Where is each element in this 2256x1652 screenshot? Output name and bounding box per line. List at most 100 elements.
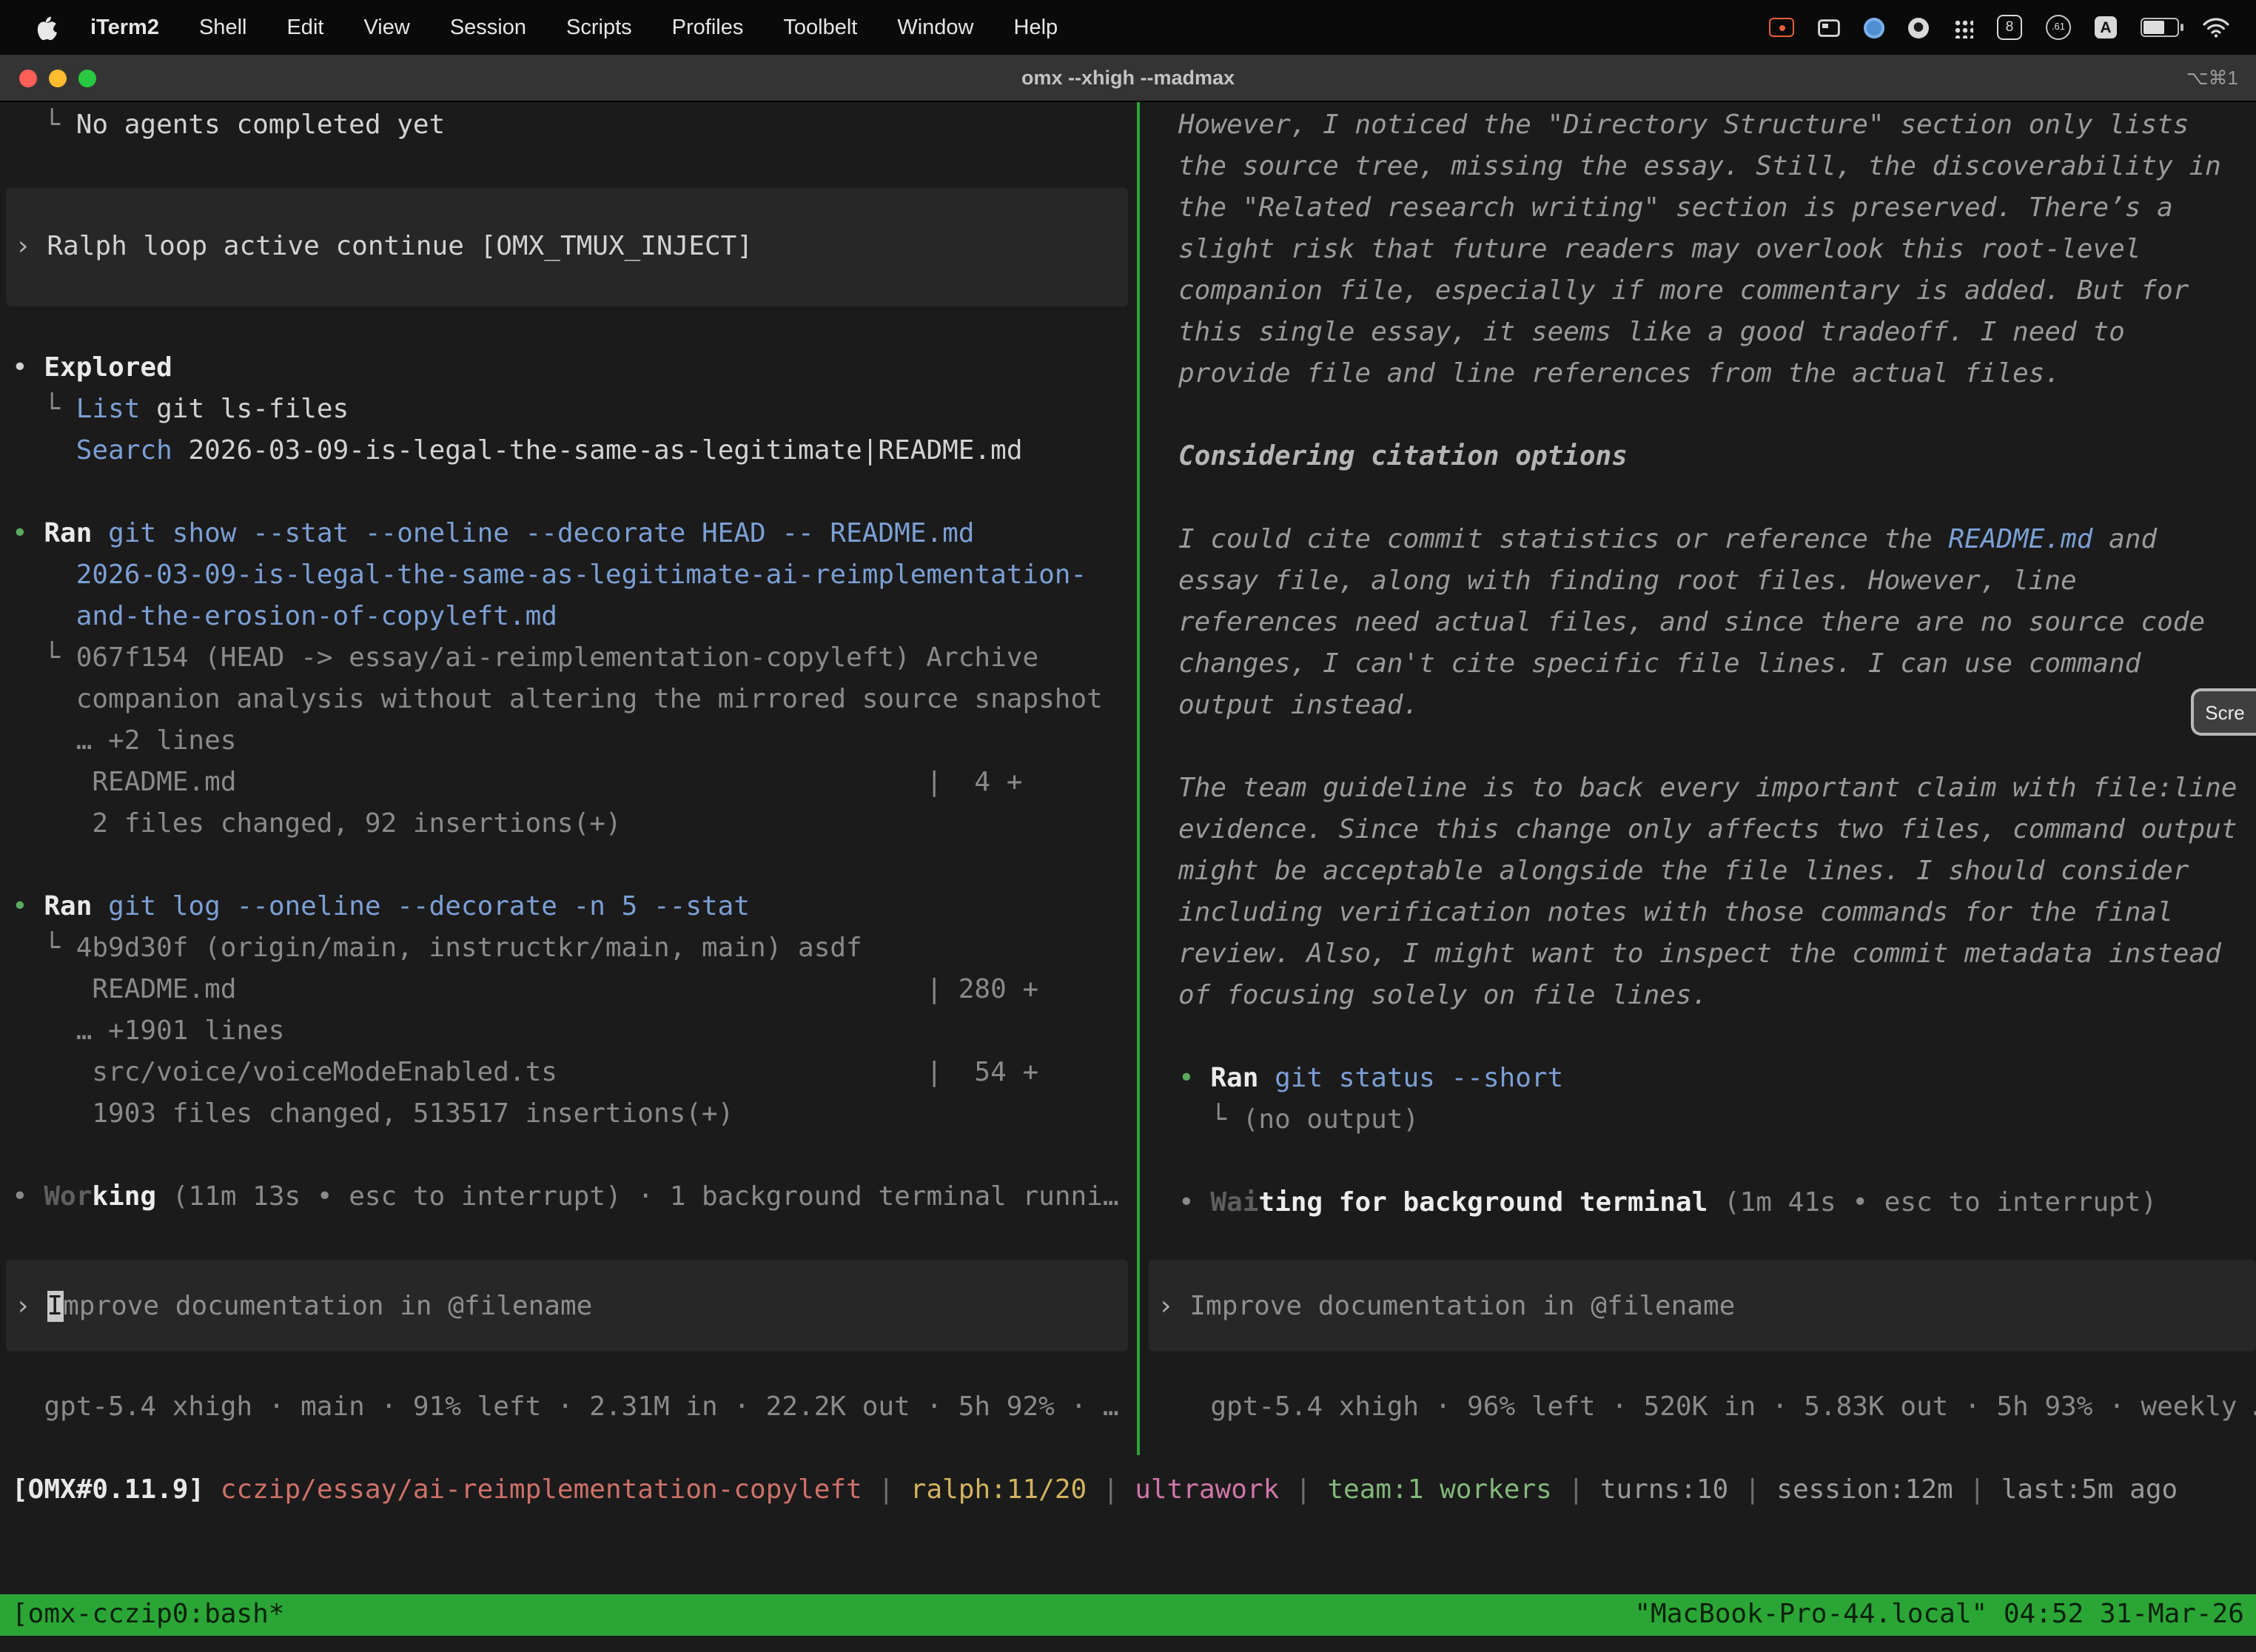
- terminal-line: changes, I can't cite specific file line…: [1140, 644, 2256, 685]
- menu-item-help[interactable]: Help: [1014, 16, 1058, 39]
- close-button[interactable]: [19, 69, 37, 87]
- right-pane: However, I noticed the "Directory Struct…: [1140, 102, 2256, 1455]
- menu-item-toolbelt[interactable]: Toolbelt: [783, 16, 857, 39]
- seg-blue: and-the-erosion-of-copyleft.md: [12, 601, 557, 632]
- seg-dim: README.md | 4 +: [12, 767, 1022, 798]
- left-pane: └ No agents completed yet› Ralph loop ac…: [0, 102, 1137, 1455]
- terminal-line: README.md | 280 +: [0, 970, 1137, 1011]
- terminal-line: I could cite commit statistics or refere…: [1140, 520, 2256, 561]
- terminal-line: Considering citation options: [1140, 437, 2256, 478]
- menu-bar: iTerm2 Shell Edit View Session Scripts Profile…: [0, 0, 2256, 55]
- menu-item-session[interactable]: Session: [450, 16, 526, 39]
- seg-shl: Wor: [44, 1181, 92, 1212]
- seg-cursor: I: [47, 1290, 63, 1321]
- menu-item-window[interactable]: Window: [897, 16, 973, 39]
- highlight-banner: › Ralph loop active continue [OMX_TMUX_I…: [6, 188, 1128, 306]
- seg-blue: Search: [76, 435, 172, 466]
- terminal-line: However, I noticed the "Directory Struct…: [1140, 105, 2256, 147]
- terminal-line: 1903 files changed, 513517 insertions(+): [0, 1094, 1137, 1135]
- seg-shh: king: [92, 1181, 156, 1212]
- input-source-icon[interactable]: A: [2095, 16, 2117, 38]
- seg-thb: Considering citation options: [1178, 441, 1628, 472]
- seg-th: the "Related research writing" section i…: [1178, 192, 2173, 224]
- terminal-line: references need actual files, and since …: [1140, 602, 2256, 644]
- menu-item-edit[interactable]: Edit: [286, 16, 323, 39]
- seg-boldfg: Ran: [1210, 1063, 1258, 1094]
- blue-app-icon[interactable]: [1864, 17, 1884, 38]
- key-8-icon[interactable]: 8: [1997, 15, 2022, 40]
- screen: iTerm2 Shell Edit View Session Scripts Profile…: [0, 0, 2256, 1652]
- apple-menu[interactable]: [36, 14, 58, 41]
- seg-green: •: [12, 518, 44, 549]
- seg-shl: Wai: [1210, 1187, 1258, 1218]
- seg-th: of focusing solely on file lines.: [1178, 980, 1708, 1011]
- seg-th: including verification notes with those …: [1178, 897, 2173, 928]
- menu-bar-status-icons: 8 .61 A: [1769, 15, 2229, 40]
- menu-item-iterm2[interactable]: iTerm2: [90, 16, 159, 39]
- dots-grid-icon[interactable]: [1953, 17, 1973, 38]
- screen-overlay-button[interactable]: Scre: [2191, 688, 2256, 736]
- seg-boldfg: Ran: [44, 518, 92, 549]
- terminal-line: • Ran git show --stat --oneline --decora…: [0, 514, 1137, 555]
- traffic-lights: [0, 69, 96, 87]
- terminal-line: 2 files changed, 92 insertions(+): [0, 804, 1137, 845]
- screen-recording-indicator-icon[interactable]: [1769, 18, 1794, 37]
- seg-omxsep: |: [862, 1474, 910, 1505]
- seg-dim: [12, 435, 76, 466]
- left-prompt-input[interactable]: › Improve documentation in @filename: [6, 1260, 1128, 1352]
- menu-item-shell[interactable]: Shell: [199, 16, 247, 39]
- terminal-line: this single essay, it seems like a good …: [1140, 312, 2256, 354]
- seg-blue: List: [76, 394, 141, 425]
- apple-logo-icon: [36, 14, 58, 41]
- seg-fg: Ralph loop active continue [OMX_TMUX_INJ…: [47, 231, 753, 262]
- terminal-line: src/voice/voiceModeEnabled.ts | 54 +: [0, 1052, 1137, 1094]
- right-prompt-input[interactable]: › Improve documentation in @filename: [1149, 1260, 2256, 1352]
- minimize-button[interactable]: [49, 69, 67, 87]
- seg-omxpath: cczip/essay/ai-reimplementation-copyleft: [221, 1474, 862, 1505]
- seg-dim: └ 067f154 (HEAD -> essay/ai-reimplementa…: [12, 642, 1038, 674]
- blank-line: [0, 472, 1137, 514]
- seg-dim: src/voice/voiceModeEnabled.ts | 54 +: [12, 1057, 1038, 1088]
- recording-dot-icon: [1779, 24, 1785, 30]
- grid-icon[interactable]: [1818, 19, 1840, 36]
- terminal-line: might be acceptable alongside the file l…: [1140, 851, 2256, 893]
- seg-blue: git log --oneline --decorate -n 5 --stat: [92, 891, 750, 922]
- seg-omxsep: |: [1279, 1474, 1327, 1505]
- seg-fg: 2026-03-09-is-legal-the-same-as-legitima…: [172, 435, 1023, 466]
- seg-dim: … +1901 lines: [12, 1015, 284, 1047]
- wifi-icon[interactable]: [2203, 17, 2229, 38]
- seg-boldfg: Explored: [44, 352, 172, 383]
- terminal-line: • Waiting for background terminal (1m 41…: [1140, 1183, 2256, 1224]
- terminal-line: The team guideline is to back every impo…: [1140, 768, 2256, 810]
- seg-dim: (1m 41s • esc to interrupt): [1708, 1187, 2157, 1218]
- terminal-line: … +2 lines: [0, 721, 1137, 762]
- battery-icon[interactable]: [2141, 18, 2179, 37]
- seg-th: changes, I can't cite specific file line…: [1178, 648, 2141, 679]
- blank-line: [0, 306, 1137, 348]
- blank-line: [0, 845, 1137, 887]
- seg-th: provide file and line references from th…: [1178, 358, 2061, 389]
- seg-dim: (11m 13s • esc to interrupt) · 1 backgro…: [156, 1181, 1118, 1212]
- menu-item-view[interactable]: View: [363, 16, 409, 39]
- menu-item-scripts[interactable]: Scripts: [566, 16, 632, 39]
- seg-th: I could cite commit statistics or refere…: [1178, 524, 1948, 555]
- seg-dim: •: [12, 1181, 44, 1212]
- zoom-button[interactable]: [78, 69, 96, 87]
- blank-line: [1140, 727, 2256, 768]
- menu-item-profiles[interactable]: Profiles: [672, 16, 744, 39]
- seg-omxsep: |: [1728, 1474, 1776, 1505]
- tmux-session-label[interactable]: [omx-cczip0:bash*: [12, 1594, 284, 1636]
- terminal-line: Search 2026-03-09-is-legal-the-same-as-l…: [0, 431, 1137, 472]
- seg-fg: git ls-files: [140, 394, 349, 425]
- terminal-line: README.md | 4 +: [0, 762, 1137, 804]
- round-app-icon[interactable]: [1908, 17, 1929, 38]
- seg-th: essay file, along with finding root file…: [1178, 565, 2077, 597]
- blank-line: [0, 1135, 1137, 1177]
- seg-thblue: README.md: [1948, 524, 2092, 555]
- menu-bar-items: iTerm2 Shell Edit View Session Scripts Profile…: [90, 16, 1058, 39]
- seg-omxdim: last:5m ago: [2001, 1474, 2178, 1505]
- seg-blue: 2026-03-09-is-legal-the-same-as-legitima…: [12, 560, 1087, 591]
- battery-percent-icon[interactable]: .61: [2046, 15, 2071, 40]
- terminal-line: • Explored: [0, 348, 1137, 389]
- terminal-line: evidence. Since this change only affects…: [1140, 810, 2256, 851]
